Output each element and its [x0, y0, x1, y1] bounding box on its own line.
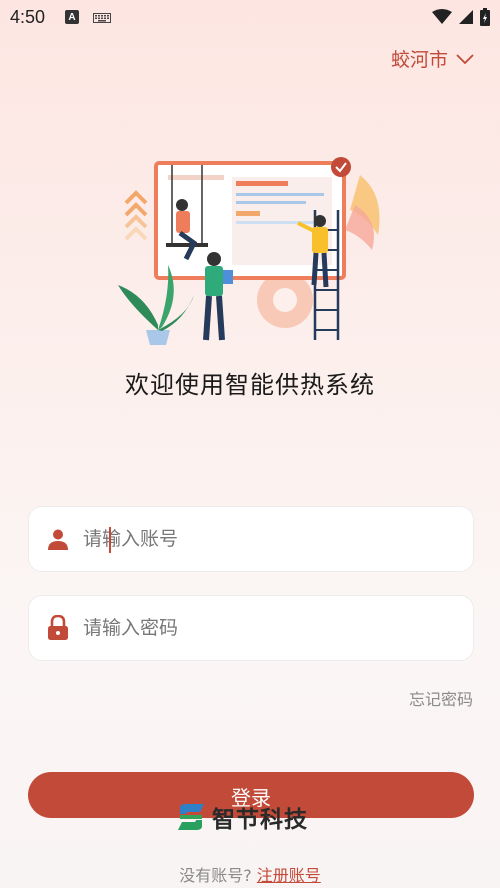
welcome-title: 欢迎使用智能供热系统 [125, 371, 375, 399]
user-icon [45, 526, 71, 552]
battery-icon [480, 8, 490, 26]
password-field[interactable] [28, 595, 474, 661]
password-input[interactable] [83, 608, 473, 648]
wifi-icon [432, 9, 452, 24]
chevron-down-icon [456, 54, 474, 65]
a-letter-icon: A [65, 10, 80, 24]
register-row: 没有账号? 注册账号 [0, 862, 500, 886]
text-cursor [109, 527, 111, 553]
city-label: 蛟河市 [390, 49, 448, 71]
status-time: 4:50 [10, 6, 46, 27]
welcome-illustration [118, 157, 380, 345]
lock-icon [45, 615, 71, 641]
brand-logo-icon [178, 804, 204, 830]
status-right-icons [432, 8, 490, 26]
register-prompt: 没有账号? [179, 866, 252, 885]
status-bar: 4:50 A [0, 0, 500, 34]
forgot-password-link[interactable]: 忘记密码 [409, 686, 473, 710]
brand-name: 智节科技 [212, 807, 308, 833]
register-link[interactable]: 注册账号 [257, 866, 321, 885]
keyboard-icon [93, 13, 112, 23]
signal-icon [459, 10, 473, 24]
username-input[interactable] [83, 519, 473, 559]
city-selector[interactable]: 蛟河市 [391, 45, 474, 72]
username-field[interactable] [28, 506, 474, 572]
brand: 智节科技 [176, 800, 308, 834]
